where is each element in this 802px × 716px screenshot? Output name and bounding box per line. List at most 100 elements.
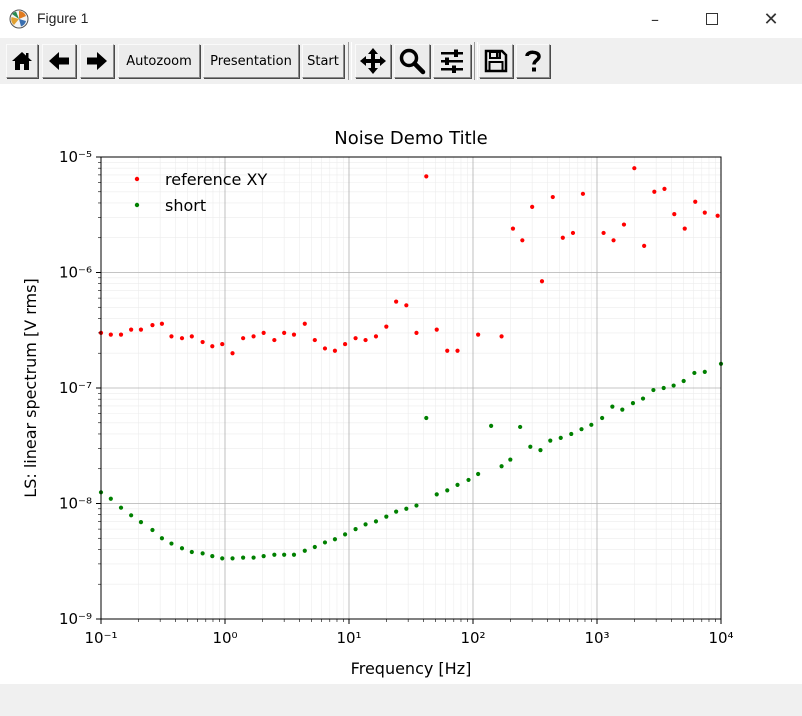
x-tick-label: 10⁴ (708, 629, 733, 647)
data-point (118, 332, 124, 337)
presentation-button[interactable]: Presentation (203, 44, 299, 78)
window-titlebar: Figure 1 – ✕ (0, 0, 802, 38)
y-tick-label: 10⁻⁶ (59, 264, 92, 282)
y-tick-labels: 10⁻⁹ 10⁻⁸ 10⁻⁷ 10⁻⁶ 10⁻⁵ (59, 148, 92, 628)
maximize-icon (706, 13, 718, 25)
data-point (520, 238, 525, 243)
configure-subplots-button[interactable] (433, 44, 471, 78)
x-tick-label: 10⁰ (212, 629, 237, 647)
toolbar-separator (474, 42, 478, 80)
data-point (332, 537, 338, 542)
data-point (702, 210, 707, 215)
data-point (353, 527, 358, 532)
data-point (150, 527, 155, 533)
minimize-button[interactable]: – (632, 0, 678, 38)
data-point (189, 334, 194, 339)
data-point (150, 323, 155, 328)
back-button[interactable] (42, 44, 76, 78)
close-button[interactable]: ✕ (748, 0, 794, 38)
data-point (230, 556, 235, 561)
data-point (394, 299, 399, 304)
data-point (363, 522, 368, 527)
data-point (715, 213, 720, 218)
data-point (579, 427, 584, 432)
data-point (312, 544, 317, 550)
data-point (159, 536, 165, 541)
data-point (342, 341, 348, 347)
move-icon (360, 48, 386, 74)
y-axis-label: LS: linear spectrum [V rms] (21, 278, 40, 497)
data-point (499, 334, 504, 339)
window-title: Figure 1 (37, 10, 89, 26)
toolbar-separator (348, 42, 352, 80)
y-tick-label: 10⁻⁸ (59, 495, 92, 513)
data-point (630, 401, 636, 406)
y-tick-label: 10⁻⁵ (59, 148, 92, 166)
data-point (702, 369, 707, 374)
data-point (179, 336, 185, 341)
data-point (692, 370, 697, 376)
data-point (129, 513, 134, 518)
help-button[interactable] (516, 44, 550, 78)
data-point (632, 166, 637, 171)
data-point (651, 387, 656, 393)
autozoom-button[interactable]: Autozoom (118, 44, 200, 78)
home-button[interactable] (6, 44, 38, 78)
data-point (373, 334, 379, 339)
data-point (322, 346, 328, 351)
maximize-button[interactable] (689, 0, 735, 38)
data-point (282, 552, 287, 557)
data-point (138, 520, 144, 525)
data-point (394, 509, 399, 514)
data-point (189, 549, 194, 555)
chart-svg[interactable]: 10⁻¹ 10⁰ 10¹ 10² 10³ 10⁴ 10⁻⁹ 10⁻⁸ 10⁻⁷ 10⁻⁶ 10⁻⁵… (0, 84, 802, 684)
data-point (539, 279, 545, 284)
x-tick-label: 10⁻¹ (84, 629, 117, 647)
legend-label-short: short (165, 196, 206, 215)
data-point (272, 337, 277, 343)
data-point (661, 385, 666, 391)
figure-canvas[interactable]: 10⁻¹ 10⁰ 10¹ 10² 10³ 10⁴ 10⁻⁹ 10⁻⁸ 10⁻⁷ 10⁻⁶ 10⁻⁵… (0, 84, 802, 684)
data-point (445, 488, 450, 493)
start-button[interactable]: Start (302, 44, 344, 78)
data-point (302, 548, 307, 553)
back-arrow-icon (49, 52, 69, 70)
data-point (476, 332, 481, 337)
data-point (108, 332, 113, 337)
data-point (384, 324, 389, 329)
data-point (200, 551, 205, 556)
data-point (530, 204, 535, 209)
data-point (570, 230, 576, 236)
data-point (693, 199, 698, 204)
legend-marker-short (134, 202, 140, 208)
x-tick-labels: 10⁻¹ 10⁰ 10¹ 10² 10³ 10⁴ (84, 629, 733, 647)
data-point (601, 230, 606, 236)
data-point (129, 327, 134, 332)
data-point (681, 378, 686, 384)
data-point (363, 337, 368, 343)
data-point (220, 341, 225, 347)
data-point (671, 383, 676, 388)
data-point (560, 235, 565, 240)
data-point (200, 339, 205, 345)
data-point (169, 541, 174, 546)
data-point (652, 189, 657, 194)
zoom-button[interactable] (394, 44, 430, 78)
save-button[interactable] (479, 44, 513, 78)
pan-button[interactable] (355, 44, 391, 78)
data-point (118, 505, 124, 510)
data-point (600, 415, 605, 421)
data-point (550, 194, 555, 200)
x-axis-label: Frequency [Hz] (351, 659, 472, 678)
legend-label-reference: reference XY (165, 170, 267, 189)
y-tick-label: 10⁻⁷ (59, 379, 92, 397)
data-point (589, 422, 594, 427)
data-point (404, 303, 409, 308)
data-point (159, 321, 165, 326)
data-point (241, 555, 246, 560)
forward-button[interactable] (80, 44, 114, 78)
data-point (424, 415, 429, 421)
data-point (261, 554, 266, 559)
minimize-icon: – (651, 9, 659, 29)
x-tick-label: 10¹ (336, 629, 361, 647)
